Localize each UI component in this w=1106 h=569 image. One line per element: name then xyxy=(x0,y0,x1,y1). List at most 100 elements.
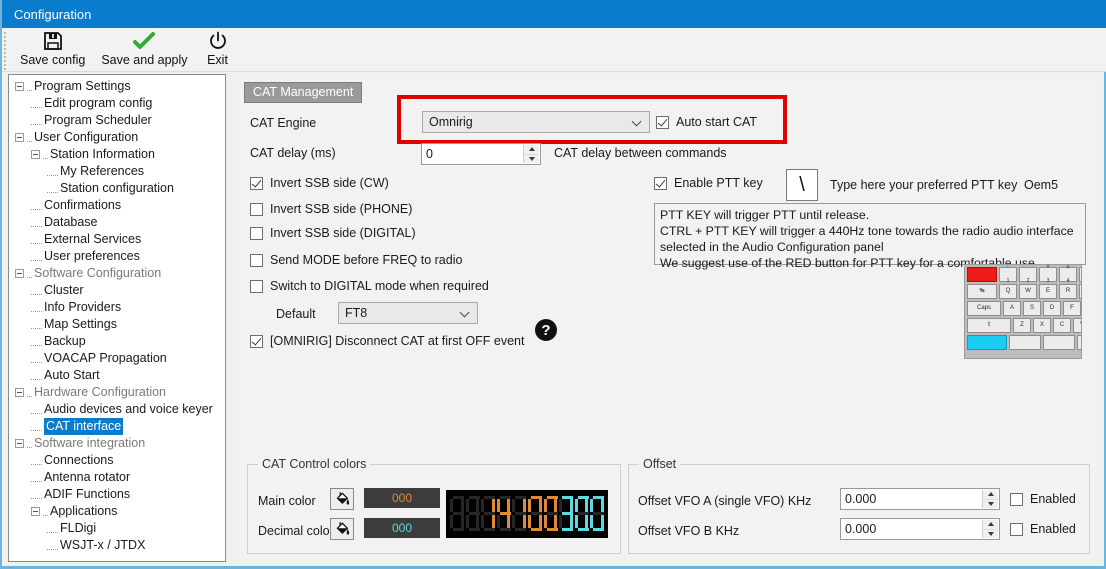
sidebar-item-label: ADIF Functions xyxy=(44,487,131,501)
tree-connector xyxy=(27,388,32,397)
sidebar-item-my-references[interactable]: My References xyxy=(9,163,225,180)
sidebar-item-external-services[interactable]: External Services xyxy=(9,231,225,248)
sidebar-item-user-preferences[interactable]: User preferences xyxy=(9,248,225,265)
tree-expander-icon[interactable] xyxy=(31,150,40,159)
tree-expander-icon[interactable] xyxy=(15,133,24,142)
auto-start-cat-checkbox[interactable]: Auto start CAT xyxy=(656,115,757,129)
keyboard-key: Caps xyxy=(967,301,1001,316)
sidebar-item-cat-interface[interactable]: CAT interface xyxy=(9,418,225,435)
sidebar-item-auto-start[interactable]: Auto Start xyxy=(9,367,225,384)
sidebar-item-label: Audio devices and voice keyer xyxy=(44,402,213,416)
sidebar-item-antenna-rotator[interactable]: Antenna rotator xyxy=(9,469,225,486)
cat-delay-stepper-down[interactable] xyxy=(524,155,539,164)
exit-button[interactable]: Exit xyxy=(196,28,240,67)
tree-connector xyxy=(31,337,42,346)
sidebar-item-info-providers[interactable]: Info Providers xyxy=(9,299,225,316)
switch-digital-mode-checkbox-box xyxy=(250,279,263,293)
sidebar-item-voacap-propagation[interactable]: VOACAP Propagation xyxy=(9,350,225,367)
keyboard-row xyxy=(967,335,1081,350)
sidebar-item-program-scheduler[interactable]: Program Scheduler xyxy=(9,112,225,129)
tree-connector xyxy=(27,133,32,142)
save-and-apply-button[interactable]: Save and apply xyxy=(93,28,195,67)
offset-vfo-b-enabled-checkbox[interactable]: Enabled xyxy=(1010,522,1076,536)
tree-expander-icon[interactable] xyxy=(31,507,40,516)
invert-ssb-cw-checkbox[interactable]: Invert SSB side (CW) xyxy=(250,176,389,190)
sidebar-item-cluster[interactable]: Cluster xyxy=(9,282,225,299)
keyboard-key: R xyxy=(1059,284,1077,299)
tree-connector xyxy=(31,473,42,482)
send-mode-before-freq-label: Send MODE before FREQ to radio xyxy=(270,253,463,267)
sidebar-item-label: Software integration xyxy=(34,436,146,450)
sidebar-item-backup[interactable]: Backup xyxy=(9,333,225,350)
sidebar-item-map-settings[interactable]: Map Settings xyxy=(9,316,225,333)
sidebar-item-user-configuration[interactable]: User Configuration xyxy=(9,129,225,146)
invert-ssb-phone-checkbox[interactable]: Invert SSB side (PHONE) xyxy=(250,202,412,216)
sidebar-item-adif-functions[interactable]: ADIF Functions xyxy=(9,486,225,503)
sidebar-item-connections[interactable]: Connections xyxy=(9,452,225,469)
cat-delay-stepper-up[interactable] xyxy=(524,145,539,155)
main-color-picker-button[interactable] xyxy=(330,488,354,510)
keyboard-key: %5 xyxy=(1079,267,1081,282)
offset-vfo-b-stepper-down[interactable] xyxy=(983,530,998,539)
offset-vfo-a-stepper-up[interactable] xyxy=(983,490,998,500)
sidebar-item-program-settings[interactable]: Program Settings xyxy=(9,78,225,95)
keyboard-key: S xyxy=(1023,301,1041,316)
default-mode-label: Default xyxy=(276,307,316,321)
sidebar-item-software-integration[interactable]: Software integration xyxy=(9,435,225,452)
decimal-color-value-field[interactable]: 000 xyxy=(364,518,440,538)
main-color-value-field[interactable]: 000 xyxy=(364,488,440,508)
seven-segment-digit xyxy=(465,496,480,532)
send-mode-before-freq-checkbox[interactable]: Send MODE before FREQ to radio xyxy=(250,253,462,267)
sidebar-item-confirmations[interactable]: Confirmations xyxy=(9,197,225,214)
decimal-color-picker-button[interactable] xyxy=(330,518,354,540)
offset-vfo-b-enabled-label: Enabled xyxy=(1030,522,1076,536)
offset-vfo-b-stepper[interactable] xyxy=(982,520,998,538)
sidebar-item-database[interactable]: Database xyxy=(9,214,225,231)
offset-vfo-a-enabled-checkbox[interactable]: Enabled xyxy=(1010,492,1076,506)
paint-bucket-icon xyxy=(336,492,349,505)
offset-vfo-b-input[interactable]: 0.000 xyxy=(840,518,1000,540)
enable-ptt-key-checkbox[interactable]: Enable PTT key xyxy=(654,176,763,190)
question-mark-icon[interactable]: ? xyxy=(535,319,557,341)
seven-segment-digit xyxy=(559,496,574,532)
default-mode-select[interactable]: FT8 xyxy=(338,302,478,324)
tree-expander-icon[interactable] xyxy=(15,388,24,397)
sidebar-item-label: Edit program config xyxy=(44,96,153,110)
keyboard-row: ↹QWERT xyxy=(967,284,1081,299)
navigation-tree[interactable]: Program Settings Edit program config Progr… xyxy=(8,74,226,562)
invert-ssb-digital-checkbox[interactable]: Invert SSB side (DIGITAL) xyxy=(250,226,416,240)
offset-vfo-b-stepper-up[interactable] xyxy=(983,520,998,530)
sidebar-item-audio-devices-and-voice-keyer[interactable]: Audio devices and voice keyer xyxy=(9,401,225,418)
keyboard-key: " 2 xyxy=(1019,265,1037,284)
switch-digital-mode-checkbox[interactable]: Switch to DIGITAL mode when required xyxy=(250,279,489,293)
omnirig-disconnect-checkbox[interactable]: [OMNIRIG] Disconnect CAT at first OFF ev… xyxy=(250,334,524,348)
tree-connector xyxy=(31,320,42,329)
tree-connector xyxy=(27,269,32,278)
tree-expander-icon[interactable] xyxy=(15,269,24,278)
sidebar-item-wsjt-x-jtdx[interactable]: WSJT-x / JTDX xyxy=(9,537,225,554)
main-color-label: Main color xyxy=(258,494,316,508)
tree-expander-icon[interactable] xyxy=(15,82,24,91)
tree-connector xyxy=(31,116,42,125)
cat-delay-input[interactable]: 0 xyxy=(421,143,541,165)
sidebar-item-station-information[interactable]: Station Information xyxy=(9,146,225,163)
tree-expander-icon[interactable] xyxy=(15,439,24,448)
offset-vfo-a-input[interactable]: 0.000 xyxy=(840,488,1000,510)
cat-engine-select[interactable]: Omnirig xyxy=(422,111,650,133)
save-config-button[interactable]: Save config xyxy=(12,28,93,67)
switch-digital-mode-label: Switch to DIGITAL mode when required xyxy=(270,279,489,293)
cat-delay-stepper[interactable] xyxy=(523,145,539,163)
ptt-key-input[interactable]: \ xyxy=(786,169,818,201)
offset-vfo-a-stepper-down[interactable] xyxy=(983,500,998,509)
sidebar-item-hardware-configuration[interactable]: Hardware Configuration xyxy=(9,384,225,401)
keyboard-key: ! 1 xyxy=(999,265,1017,284)
sidebar-item-station-configuration[interactable]: Station configuration xyxy=(9,180,225,197)
sidebar-item-fldigi[interactable]: FLDigi xyxy=(9,520,225,537)
sidebar-item-edit-program-config[interactable]: Edit program config xyxy=(9,95,225,112)
sidebar-item-software-configuration[interactable]: Software Configuration xyxy=(9,265,225,282)
enable-ptt-key-checkbox-box xyxy=(654,176,667,190)
sidebar-item-applications[interactable]: Applications xyxy=(9,503,225,520)
keyboard-key: C xyxy=(1053,318,1071,333)
sidebar-item-label: Applications xyxy=(50,504,118,518)
offset-vfo-a-stepper[interactable] xyxy=(982,490,998,508)
